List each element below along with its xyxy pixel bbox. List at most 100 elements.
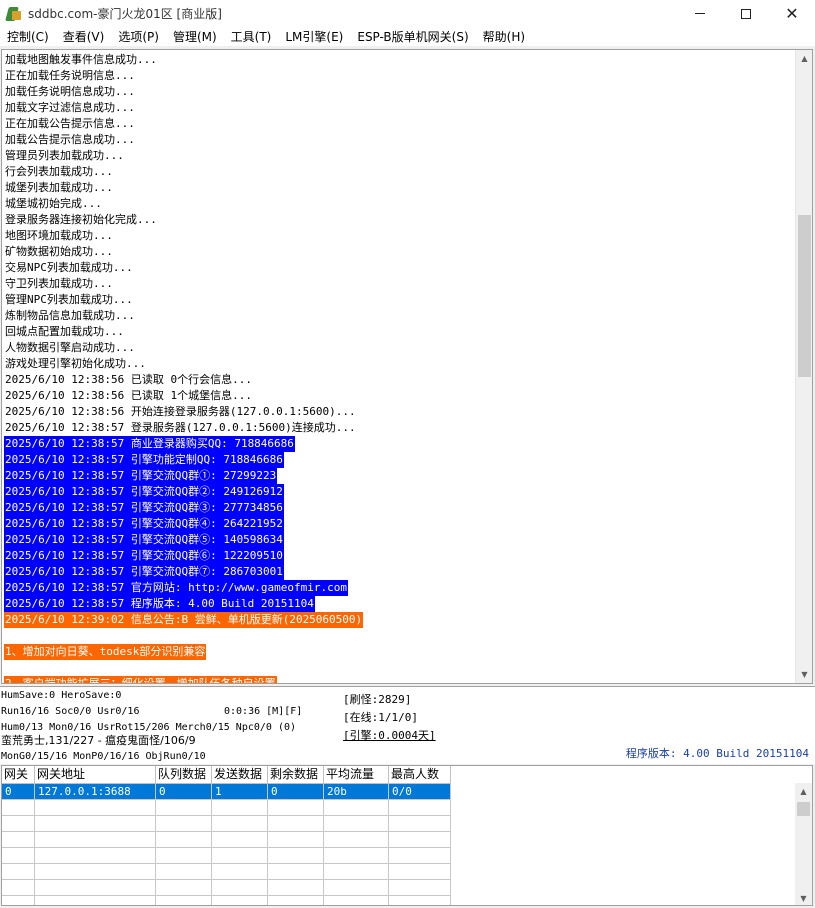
table-cell [212, 800, 268, 816]
column-gateway-address[interactable]: 网关地址 [35, 766, 156, 784]
column-max-users[interactable]: 最高人数 [389, 766, 451, 784]
column-remaining-data[interactable]: 剩余数据 [268, 766, 324, 784]
log-line-text: 2025/6/10 12:38:57 引擎交流QQ群③: 277734856 [4, 500, 284, 516]
log-line: 加载地图触发事件信息成功... [4, 52, 794, 68]
close-button[interactable]: ✕ [769, 0, 815, 27]
table-row[interactable] [2, 816, 451, 832]
log-line-text: 1、增加对向日葵、todesk部分识别兼容 [4, 644, 207, 660]
scroll-down-icon[interactable]: ▼ [795, 890, 812, 905]
menu-manage[interactable]: 管理(M) [166, 28, 224, 46]
log-line: 登录服务器连接初始化完成... [4, 212, 794, 228]
table-cell [35, 896, 156, 905]
log-panel[interactable]: 加载地图触发事件信息成功... 正在加载任务说明信息... 加载任务说明信息成功..… [1, 49, 813, 684]
refresh-monster-count: [刷怪:2829] [343, 693, 412, 706]
log-line: 2025/6/10 12:38:57 程序版本: 4.00 Build 2015… [4, 596, 794, 612]
scroll-up-icon[interactable]: ▲ [795, 783, 812, 800]
table-cell [35, 848, 156, 864]
table-cell: 0 [2, 784, 35, 800]
log-line-text: 2025/6/10 12:38:57 引擎功能定制QQ: 718846686 [4, 452, 284, 468]
menu-tools[interactable]: 工具(T) [224, 28, 279, 46]
table-row[interactable] [2, 848, 451, 864]
table-cell [212, 896, 268, 905]
gateway-table[interactable]: 网关 网关地址 队列数据 发送数据 剩余数据 平均流量 最高人数 0 127.0.… [1, 765, 813, 906]
log-line-text: 加载地图触发事件信息成功... [5, 53, 157, 66]
save-stats: HumSave:0 HeroSave:0 [1, 690, 122, 701]
menu-options[interactable]: 选项(P) [111, 28, 166, 46]
table-cell [389, 800, 451, 816]
menu-bar: 控制(C) 查看(V) 选项(P) 管理(M) 工具(T) LM引擎(E) ES… [0, 27, 815, 47]
log-line-text: 交易NPC列表加载成功... [5, 261, 133, 274]
log-line: 2025/6/10 12:38:57 商业登录器购买QQ: 718846686 [4, 436, 794, 452]
table-header: 网关 网关地址 队列数据 发送数据 剩余数据 平均流量 最高人数 [2, 766, 451, 784]
table-cell [212, 832, 268, 848]
scroll-thumb[interactable] [798, 215, 811, 377]
column-average-traffic[interactable]: 平均流量 [324, 766, 389, 784]
table-cell [156, 800, 212, 816]
log-line: 1、增加对向日葵、todesk部分识别兼容 [4, 644, 794, 660]
dragon-app-icon[interactable] [5, 6, 22, 22]
engine-runtime[interactable]: [引擎:0.0004天] [343, 727, 436, 743]
table-row[interactable]: 0 127.0.0.1:3688 0 1 0 20b 0/0 [2, 784, 451, 800]
table-cell [35, 880, 156, 896]
table-cell [156, 896, 212, 905]
table-cell: 1 [212, 784, 268, 800]
scroll-thumb[interactable] [797, 802, 810, 816]
log-line: 2025/6/10 12:38:57 引擎交流QQ群⑥: 122209510 [4, 548, 794, 564]
menu-view[interactable]: 查看(V) [56, 28, 112, 46]
column-sent-data[interactable]: 发送数据 [212, 766, 268, 784]
table-row[interactable] [2, 832, 451, 848]
log-line-text: 城堡城初始完成... [5, 197, 102, 210]
log-line: 加载公告提示信息成功... [4, 132, 794, 148]
table-row[interactable] [2, 880, 451, 896]
table-row[interactable] [2, 800, 451, 816]
table-scrollbar[interactable]: ▲ ▼ [795, 783, 812, 905]
log-line: 正在加载任务说明信息... [4, 68, 794, 84]
log-line: 2025/6/10 12:38:57 引擎功能定制QQ: 718846686 [4, 452, 794, 468]
menu-help[interactable]: 帮助(H) [476, 28, 532, 46]
maximize-icon [741, 8, 751, 19]
scroll-down-icon[interactable]: ▼ [796, 666, 812, 683]
log-line: 矿物数据初始成功... [4, 244, 794, 260]
log-line-text: 2025/6/10 12:38:56 已读取 1个城堡信息... [5, 389, 252, 402]
log-line-text: 2025/6/10 12:38:57 商业登录器购买QQ: 718846686 [4, 436, 295, 452]
log-line-text: 登录服务器连接初始化完成... [5, 213, 157, 226]
log-line: 2025/6/10 12:38:57 引擎交流QQ群④: 264221952 [4, 516, 794, 532]
log-line: 城堡列表加载成功... [4, 180, 794, 196]
table-row[interactable] [2, 896, 451, 905]
column-gateway[interactable]: 网关 [2, 766, 35, 784]
log-line: 2025/6/10 12:38:57 引擎交流QQ群⑤: 140598634 [4, 532, 794, 548]
table-cell [156, 816, 212, 832]
table-cell [2, 864, 35, 880]
log-line-text: 2025/6/10 12:39:02 信息公告:B 尝鲜、单机版更新(20250… [4, 612, 364, 628]
table-row[interactable] [2, 864, 451, 880]
log-line: 守卫列表加载成功... [4, 276, 794, 292]
uptime: 0:0:36 [M][F] [224, 706, 303, 717]
maximize-button[interactable] [723, 0, 769, 27]
log-line: 2025/6/10 12:38:56 开始连接登录服务器(127.0.0.1:5… [4, 404, 794, 420]
log-line: 正在加载公告提示信息... [4, 116, 794, 132]
log-line-text: 正在加载任务说明信息... [5, 69, 135, 82]
table-cell [268, 864, 324, 880]
menu-lm-engine[interactable]: LM引擎(E) [278, 28, 350, 46]
table-cell [156, 864, 212, 880]
human-stats: Hum0/13 Mon0/16 UsrRot15/206 Merch0/15 N… [1, 722, 297, 733]
log-line-text: 2025/6/10 12:38:57 官方网站: http://www.game… [4, 580, 349, 596]
table-cell [2, 896, 35, 905]
table-cell [35, 816, 156, 832]
log-line: 2025/6/10 12:39:02 信息公告:B 尝鲜、单机版更新(20250… [4, 612, 794, 628]
menu-control[interactable]: 控制(C) [0, 28, 56, 46]
minimize-button[interactable] [677, 0, 723, 27]
menu-esp-gateway[interactable]: ESP-B版单机网关(S) [350, 28, 475, 46]
log-scrollbar[interactable]: ▲ ▼ [795, 50, 812, 683]
log-line: 2025/6/10 12:38:56 已读取 0个行会信息... [4, 372, 794, 388]
log-line: 城堡城初始完成... [4, 196, 794, 212]
table-cell [212, 848, 268, 864]
log-line-text: 2、客户端功能扩展三：细化设置，增加队伍各种自设置 [4, 676, 277, 683]
version-label: 程序版本: 4.00 Build 20151104 [625, 747, 809, 760]
column-queue-data[interactable]: 队列数据 [156, 766, 212, 784]
log-line: 加载文字过滤信息成功... [4, 100, 794, 116]
table-cell [268, 816, 324, 832]
scroll-up-icon[interactable]: ▲ [796, 50, 812, 67]
monster-info: 蛮荒勇士,131/227 - 瘟疫鬼面怪/106/9 [1, 734, 196, 747]
